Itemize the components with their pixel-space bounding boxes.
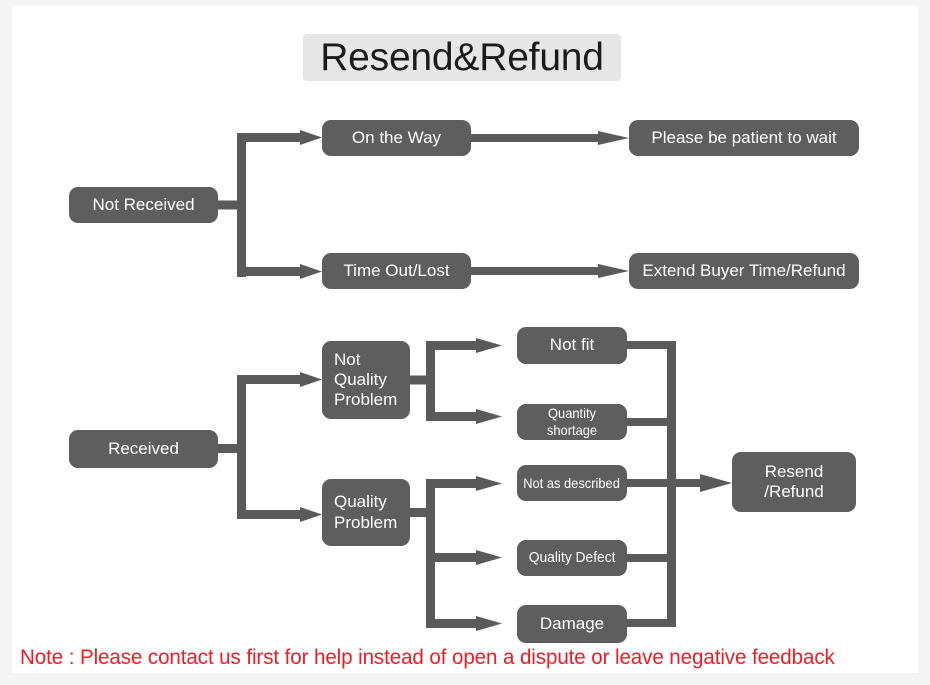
node-extend-buyer-time-refund[interactable]: Extend Buyer Time/Refund <box>629 253 859 289</box>
node-quality-defect[interactable]: Quality Defect <box>517 540 627 576</box>
node-not-quality-problem[interactable]: Not Quality Problem <box>322 341 410 419</box>
node-label-line-1: Not <box>334 349 361 369</box>
node-quality-problem[interactable]: Quality Problem <box>322 479 410 546</box>
node-not-as-described[interactable]: Not as described <box>517 465 627 501</box>
node-received[interactable]: Received <box>69 430 218 468</box>
node-label: Not Quality Problem <box>334 350 397 410</box>
page-title: Resend&Refund <box>303 34 621 81</box>
node-label-line-1: Resend <box>764 461 824 481</box>
note-text: Note : Please contact us first for help … <box>20 642 910 674</box>
node-label: Quality Problem <box>334 492 397 532</box>
node-label-line-1: Quality <box>334 492 387 512</box>
node-label-line-2: Problem <box>334 512 398 532</box>
node-on-the-way[interactable]: On the Way <box>322 120 471 156</box>
note-label: Note : Please contact us first for help … <box>20 646 835 669</box>
node-label: Quantity shortage <box>546 405 598 438</box>
node-please-be-patient-to-wait[interactable]: Please be patient to wait <box>629 120 859 156</box>
node-label: Not as described <box>523 474 621 491</box>
node-resend-refund[interactable]: Resend /Refund <box>732 452 856 512</box>
node-not-received[interactable]: Not Received <box>69 187 218 223</box>
node-label: Extend Buyer Time/Refund <box>642 260 846 280</box>
node-label: Not Received <box>92 194 195 214</box>
node-not-fit[interactable]: Not fit <box>517 327 627 364</box>
node-label-line-2: /Refund <box>764 482 824 501</box>
node-label: Please be patient to wait <box>651 127 837 147</box>
diagram-canvas <box>12 6 918 673</box>
node-label: Damage <box>539 613 605 633</box>
node-damage[interactable]: Damage <box>517 605 627 643</box>
node-label: Time Out/Lost <box>343 260 450 280</box>
flowchart-page: Resend&Refund Not Received On the Way Ti… <box>0 0 930 685</box>
node-label: On the Way <box>351 127 442 147</box>
node-label-line-3: Problem <box>334 390 398 410</box>
node-label: Not fit <box>549 335 595 355</box>
node-label: Quality Defect <box>528 549 616 567</box>
node-time-out-lost[interactable]: Time Out/Lost <box>322 253 471 289</box>
node-label: Received <box>108 438 179 458</box>
node-quantity-shortage[interactable]: Quantity shortage <box>517 404 627 440</box>
node-label-line-2: Quality <box>334 369 387 389</box>
